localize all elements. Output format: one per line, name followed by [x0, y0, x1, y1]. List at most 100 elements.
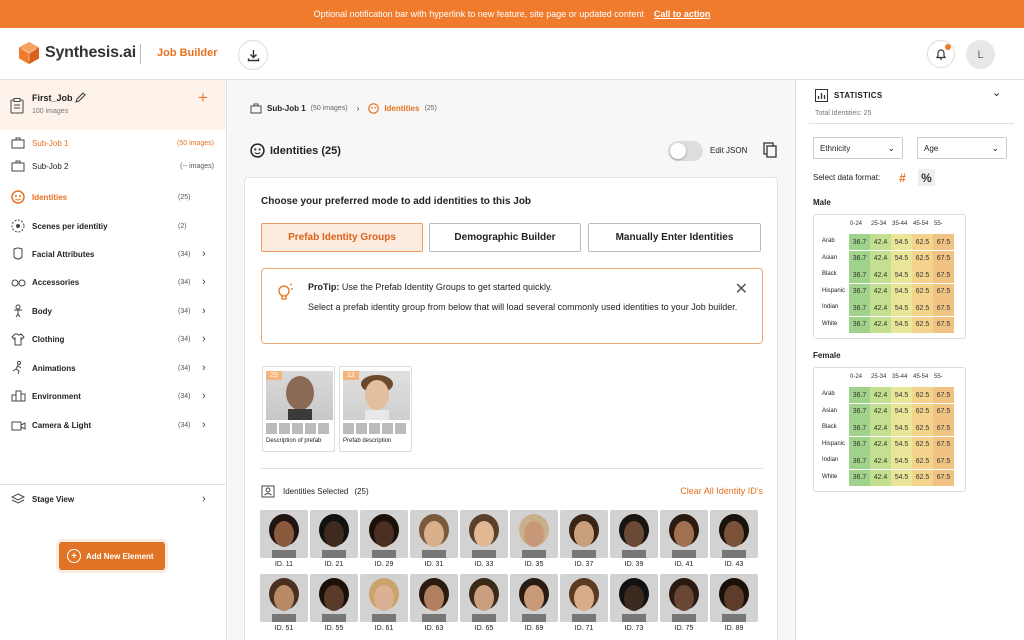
identity-thumbnail[interactable] — [410, 510, 458, 558]
copy-icon[interactable] — [763, 142, 777, 158]
identity-thumbnail[interactable] — [410, 574, 458, 622]
sidebar-item-identities[interactable]: Identities (25) — [0, 184, 226, 210]
stats-cell: 36.7 — [849, 403, 870, 420]
collapse-chevron-icon[interactable]: ⌄ — [992, 86, 1001, 99]
stats-cell: 54.5 — [891, 453, 912, 469]
add-subjob-button[interactable]: + — [198, 88, 208, 108]
stats-cell: 62.5 — [912, 403, 933, 420]
stats-cell: 54.5 — [891, 436, 912, 453]
breadcrumb-subjob-count: (50 images) — [310, 105, 348, 112]
ethnicity-row-label: Black — [822, 424, 837, 430]
identity-thumbnail[interactable] — [360, 574, 408, 622]
sidebar-item-count: (34) — [178, 392, 191, 400]
stats-cell: 67.5 — [933, 420, 954, 436]
sidebar-item-count: (34) — [178, 364, 191, 372]
job-header[interactable]: First_Job 100 images + — [0, 80, 226, 130]
male-stats-table: 0-24 25-34 35-44 45-54 55- Arab 36.7 42.4 54.5 62… — [813, 214, 966, 339]
briefcase-icon — [10, 135, 26, 151]
stats-cell: 42.4 — [870, 469, 891, 486]
stats-cell: 42.4 — [870, 453, 891, 469]
identity-id-label: ID. 29 — [374, 561, 394, 568]
stats-cell: 67.5 — [933, 283, 954, 300]
scenes-icon — [10, 218, 26, 234]
age-dropdown[interactable]: Age ⌄ — [917, 137, 1007, 159]
identity-thumbnail[interactable] — [310, 574, 358, 622]
banner-cta-link[interactable]: Call to action — [654, 9, 711, 19]
briefcase-icon — [250, 103, 262, 114]
prefab-mini-thumb — [279, 423, 290, 434]
sidebar-item-clothing[interactable]: Clothing (34) › — [0, 326, 226, 352]
sidebar-item-stage-view[interactable]: Stage View › — [0, 486, 226, 512]
identity-id-label: ID. 51 — [274, 625, 294, 632]
chevron-down-icon: ⌄ — [887, 142, 895, 153]
identity-id-label: ID. 37 — [574, 561, 594, 568]
stats-cell: 54.5 — [891, 267, 912, 283]
stats-cell: 62.5 — [912, 234, 933, 250]
format-percent-button[interactable]: % — [918, 169, 935, 186]
identity-thumbnail[interactable] — [260, 574, 308, 622]
breadcrumb-subjob[interactable]: Sub-Job 1 — [267, 104, 306, 113]
identity-thumbnail[interactable] — [660, 574, 708, 622]
identity-thumbnail[interactable] — [710, 510, 758, 558]
add-new-element-button[interactable]: + Add New Element — [59, 542, 165, 570]
stats-cell: 62.5 — [912, 436, 933, 453]
prefab-count-badge: 12 — [343, 371, 359, 380]
stats-cell: 42.4 — [870, 420, 891, 436]
stats-cell: 36.7 — [849, 453, 870, 469]
ethnicity-row-label: Arab — [822, 391, 835, 397]
prefab-description: Prefab description — [343, 438, 392, 444]
identity-thumbnail[interactable] — [510, 510, 558, 558]
download-button[interactable] — [238, 40, 268, 70]
identity-thumbnail[interactable] — [310, 510, 358, 558]
edit-json-toggle[interactable] — [668, 141, 703, 161]
stats-cell: 36.7 — [849, 300, 870, 316]
stats-cell: 42.4 — [870, 234, 891, 250]
statistics-panel: STATISTICS ⌄ Total Identities: 25 Ethnic… — [797, 80, 1024, 640]
notifications-button[interactable] — [927, 40, 955, 68]
clear-all-identities-link[interactable]: Clear All Identity ID's — [680, 486, 763, 496]
ethnicity-row-label: Hispanic — [822, 287, 846, 294]
sidebar-item-subjob-2[interactable]: Sub-Job 2 (-- images) — [0, 153, 226, 179]
format-count-button[interactable]: # — [894, 169, 911, 186]
stats-cell: 62.5 — [912, 283, 933, 300]
user-avatar[interactable]: L — [966, 40, 995, 69]
identity-id-label: ID. 43 — [724, 561, 744, 568]
sidebar-item-facial-attributes[interactable]: Facial Attributes (34) › — [0, 241, 226, 267]
demographic-builder-button[interactable]: Demographic Builder — [429, 223, 581, 252]
identity-id-label: ID. 39 — [624, 561, 644, 568]
sidebar-item-label: Stage View — [32, 494, 75, 504]
stats-cell: 54.5 — [891, 300, 912, 316]
identity-thumbnail[interactable] — [510, 574, 558, 622]
sidebar-item-accessories[interactable]: Accessories (34) › — [0, 269, 226, 295]
pencil-icon[interactable] — [75, 92, 86, 103]
identity-thumbnail[interactable] — [710, 574, 758, 622]
protip-label: ProTip: — [308, 282, 340, 292]
identity-thumbnail[interactable] — [460, 574, 508, 622]
identity-thumbnail[interactable] — [610, 510, 658, 558]
notification-dot — [945, 44, 951, 50]
close-icon[interactable]: ✕ — [735, 279, 748, 299]
brand-logo[interactable]: Synthesis.ai — [18, 41, 136, 65]
sidebar-item-animations[interactable]: Animations (34) › — [0, 355, 226, 381]
ethnicity-dropdown[interactable]: Ethnicity ⌄ — [813, 137, 903, 159]
sidebar-item-body[interactable]: Body (34) › — [0, 298, 226, 324]
prefab-group-card[interactable]: 25 Description of prefab — [262, 366, 335, 452]
sidebar-item-scenes[interactable]: Scenes per identitiy (2) — [0, 213, 226, 239]
sidebar-item-label: Sub-Job 2 — [32, 161, 69, 171]
sidebar-item-environment[interactable]: Environment (34) › — [0, 383, 226, 409]
chevron-right-icon: › — [202, 248, 206, 260]
identity-thumbnail[interactable] — [560, 510, 608, 558]
prefab-group-card[interactable]: 12 Prefab description — [339, 366, 412, 452]
sidebar-item-camera-light[interactable]: Camera & Light (34) › — [0, 412, 226, 438]
identity-thumbnail[interactable] — [460, 510, 508, 558]
age-group-header: 45-54 — [913, 374, 929, 380]
manually-enter-identities-button[interactable]: Manually Enter Identities — [588, 223, 761, 252]
identity-thumbnail[interactable] — [360, 510, 408, 558]
age-group-header: 55- — [934, 221, 943, 227]
prefab-identity-groups-button[interactable]: Prefab Identity Groups — [261, 223, 423, 252]
identity-thumbnail[interactable] — [560, 574, 608, 622]
cube-logo-icon — [19, 42, 39, 64]
identity-thumbnail[interactable] — [260, 510, 308, 558]
identity-thumbnail[interactable] — [660, 510, 708, 558]
identity-thumbnail[interactable] — [610, 574, 658, 622]
